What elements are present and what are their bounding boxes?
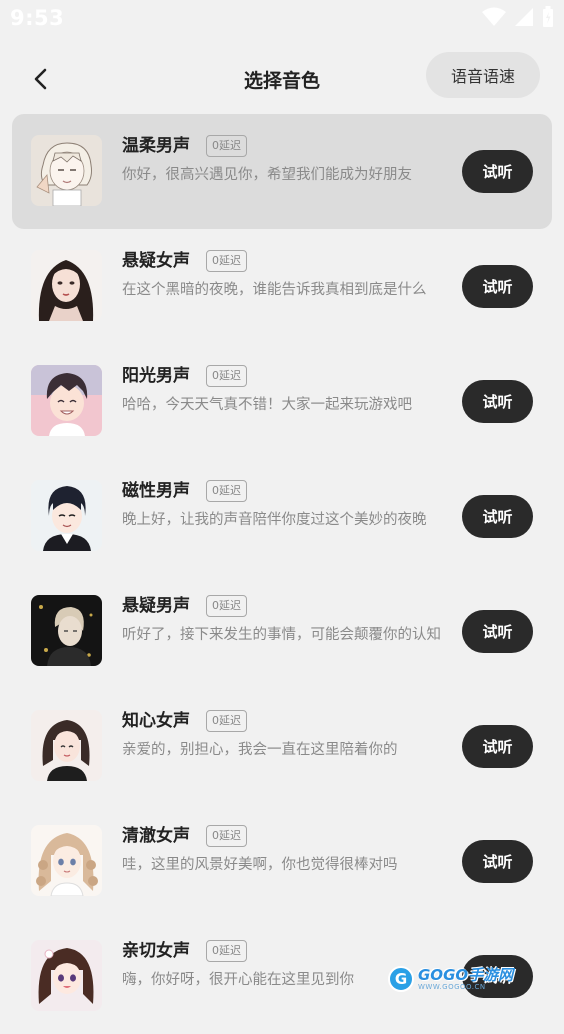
header: 选择音色 语音语速 xyxy=(0,50,564,110)
voice-item-suspense-male[interactable]: 悬疑男声 0延迟 听好了，接下来发生的事情，可能会颠覆你的认知 试听 xyxy=(12,574,552,689)
watermark-logo: G GOGO手游网 WWW.GOGOO.CN xyxy=(388,962,528,996)
voice-item-clear-female[interactable]: 清澈女声 0延迟 哇，这里的风景好美啊，你也觉得很棒对吗 试听 xyxy=(12,804,552,919)
voice-description: 晚上好，让我的声音陪伴你度过这个美妙的夜晚 xyxy=(122,512,427,528)
status-bar: 9:53 xyxy=(0,0,564,40)
delay-badge: 0延迟 xyxy=(206,825,247,847)
voice-item-caring-female[interactable]: 知心女声 0延迟 亲爱的，别担心，我会一直在这里陪着你的 试听 xyxy=(12,689,552,804)
watermark-sub: WWW.GOGOO.CN xyxy=(418,982,486,991)
voice-name: 亲切女声 xyxy=(122,941,190,961)
voice-item-gentle-male[interactable]: 温柔男声 0延迟 你好，很高兴遇见你，希望我们能成为好朋友 试听 xyxy=(12,114,552,229)
voice-speed-button[interactable]: 语音语速 xyxy=(426,52,540,98)
avatar xyxy=(31,135,102,206)
status-icons xyxy=(482,6,554,32)
voice-description: 你好，很高兴遇见你，希望我们能成为好朋友 xyxy=(122,167,412,183)
voice-name: 清澈女声 xyxy=(122,826,190,846)
watermark-main: GOGO手游网 xyxy=(418,965,514,984)
avatar xyxy=(31,940,102,1011)
cell-signal-icon xyxy=(514,7,534,31)
delay-badge: 0延迟 xyxy=(206,480,247,502)
listen-button[interactable]: 试听 xyxy=(462,150,533,193)
watermark-text: GOGO手游网 WWW.GOGOO.CN xyxy=(418,967,513,992)
delay-badge: 0延迟 xyxy=(206,595,247,617)
voice-description: 哈哈，今天天气真不错！大家一起来玩游戏吧 xyxy=(122,397,412,413)
avatar xyxy=(31,365,102,436)
delay-badge: 0延迟 xyxy=(206,940,247,962)
delay-badge: 0延迟 xyxy=(206,250,247,272)
avatar xyxy=(31,595,102,666)
voice-item-suspense-female[interactable]: 悬疑女声 0延迟 在这个黑暗的夜晚，谁能告诉我真相到底是什么 试听 xyxy=(12,229,552,344)
avatar xyxy=(31,710,102,781)
battery-icon xyxy=(542,6,554,32)
delay-badge: 0延迟 xyxy=(206,365,247,387)
listen-button[interactable]: 试听 xyxy=(462,380,533,423)
avatar xyxy=(31,825,102,896)
listen-button[interactable]: 试听 xyxy=(462,265,533,308)
listen-button[interactable]: 试听 xyxy=(462,610,533,653)
listen-button[interactable]: 试听 xyxy=(462,840,533,883)
wifi-icon xyxy=(482,7,506,31)
watermark-icon: G xyxy=(388,966,414,992)
voice-name: 知心女声 xyxy=(122,711,190,731)
listen-button[interactable]: 试听 xyxy=(462,495,533,538)
avatar xyxy=(31,250,102,321)
voice-name: 温柔男声 xyxy=(122,136,190,156)
status-time: 9:53 xyxy=(10,6,65,30)
voice-description: 哇，这里的风景好美啊，你也觉得很棒对吗 xyxy=(122,857,398,873)
delay-badge: 0延迟 xyxy=(206,710,247,732)
voice-description: 听好了，接下来发生的事情，可能会颠覆你的认知 xyxy=(122,627,441,643)
voice-description: 亲爱的，别担心，我会一直在这里陪着你的 xyxy=(122,742,398,758)
voice-name: 阳光男声 xyxy=(122,366,190,386)
voice-name: 悬疑男声 xyxy=(122,596,190,616)
delay-badge: 0延迟 xyxy=(206,135,247,157)
listen-button[interactable]: 试听 xyxy=(462,725,533,768)
voice-name: 磁性男声 xyxy=(122,481,190,501)
avatar xyxy=(31,480,102,551)
voice-description: 在这个黑暗的夜晚，谁能告诉我真相到底是什么 xyxy=(122,282,427,298)
voice-name: 悬疑女声 xyxy=(122,251,190,271)
voice-item-sunny-male[interactable]: 阳光男声 0延迟 哈哈，今天天气真不错！大家一起来玩游戏吧 试听 xyxy=(12,344,552,459)
voice-item-magnetic-male[interactable]: 磁性男声 0延迟 晚上好，让我的声音陪伴你度过这个美妙的夜晚 试听 xyxy=(12,459,552,574)
voice-list: 温柔男声 0延迟 你好，很高兴遇见你，希望我们能成为好朋友 试听 悬疑女声 0延… xyxy=(12,114,552,1034)
